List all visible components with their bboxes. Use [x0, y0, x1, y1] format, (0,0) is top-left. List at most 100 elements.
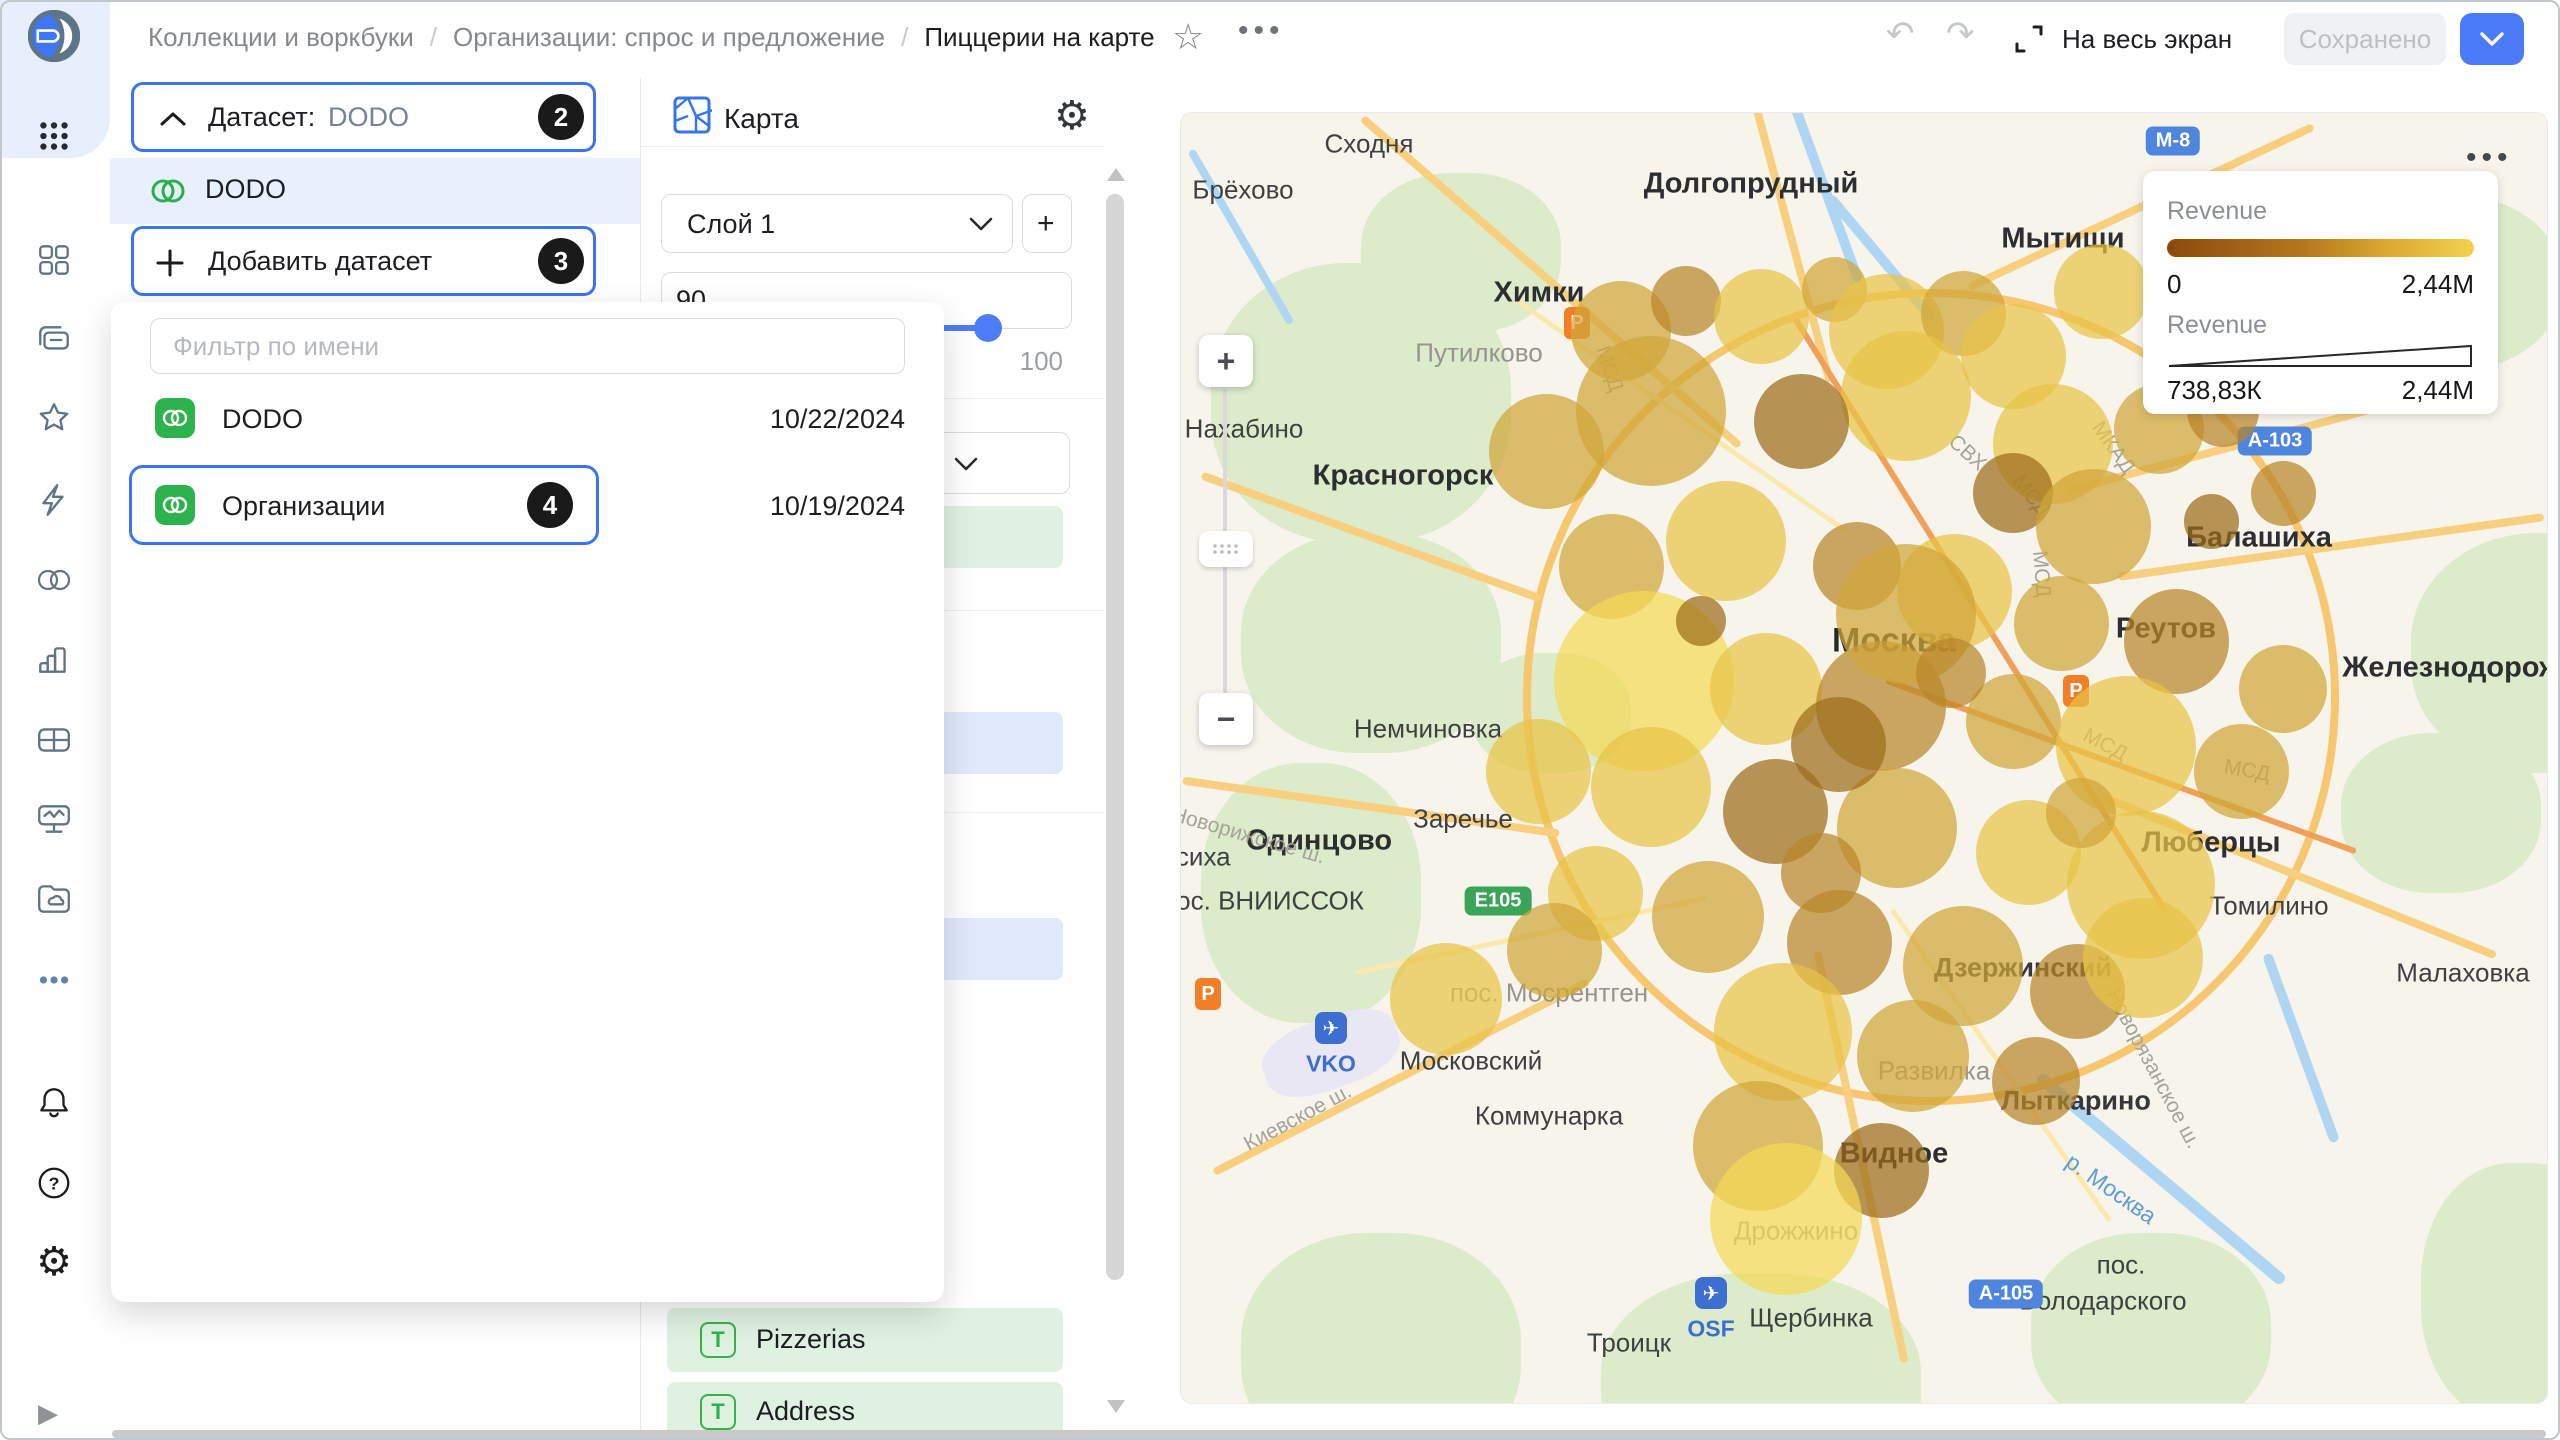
fullscreen-icon[interactable] [2012, 22, 2046, 56]
layer-select[interactable]: Слой 1 [661, 194, 1013, 253]
map-zoom-out-button[interactable]: − [1199, 693, 1253, 745]
tables-icon[interactable] [28, 714, 80, 766]
text-type-icon: T [700, 1322, 736, 1358]
scrollbar-down-arrow[interactable] [1107, 1400, 1125, 1413]
dashboards-icon[interactable] [28, 793, 80, 845]
chart-type-label: Карта [724, 103, 799, 135]
breadcrumb-separator: / [430, 22, 437, 53]
revenue-bubble[interactable] [1992, 1037, 2080, 1125]
map-green-area [2341, 733, 2541, 893]
revenue-bubble[interactable] [1651, 266, 1721, 336]
add-dataset-button[interactable]: Добавить датасет 3 [131, 226, 596, 296]
saved-button[interactable]: Сохранено [2284, 13, 2446, 65]
charts-icon[interactable] [28, 634, 80, 686]
connections-icon[interactable] [28, 474, 80, 526]
help-icon[interactable]: ? [28, 1157, 80, 1209]
revenue-bubble[interactable] [1676, 596, 1726, 646]
plus-icon [154, 247, 186, 279]
add-layer-button[interactable]: + [1022, 194, 1072, 253]
map-chart-icon [672, 95, 712, 135]
revenue-bubble[interactable] [1591, 727, 1711, 847]
rail-more-icon[interactable] [28, 954, 80, 1006]
revenue-bubble[interactable] [2251, 461, 2316, 526]
revenue-bubble[interactable] [1781, 833, 1861, 913]
revenue-bubble[interactable] [1754, 374, 1849, 469]
dataset-selector[interactable]: Датасет: DODO 2 [131, 82, 596, 152]
revenue-bubble[interactable] [1710, 1143, 1862, 1295]
revenue-bubble[interactable] [1666, 481, 1786, 601]
settings-gear-icon[interactable]: ⚙ [28, 1236, 80, 1288]
legend-size-title: Revenue [2167, 311, 2267, 340]
map-zoom-drag-handle[interactable] [1199, 531, 1253, 567]
storage-folder-icon[interactable] [28, 872, 80, 924]
field-chip-pizzerias[interactable]: T Pizzerias [667, 1308, 1063, 1372]
dataset-selector-label: Датасет: [208, 102, 315, 133]
expand-rail-arrow[interactable]: ▶ [38, 1398, 58, 1429]
opacity-slider-handle[interactable] [974, 314, 1002, 342]
tutorial-step-badge-2: 2 [538, 94, 584, 140]
chart-settings-gear-icon[interactable]: ⚙ [1054, 96, 1090, 136]
revenue-bubble[interactable] [1791, 697, 1886, 792]
chevron-up-icon [158, 109, 188, 129]
revenue-bubble[interactable] [1486, 719, 1591, 824]
map-place-label: Красногорск [1313, 460, 1494, 493]
revenue-bubble[interactable] [1507, 903, 1602, 998]
map-place-label: Заречье [1413, 804, 1513, 835]
dataset-option-name: Организации [222, 491, 385, 522]
revenue-bubble[interactable] [2036, 469, 2151, 584]
save-dropdown-button[interactable] [2460, 13, 2524, 65]
breadcrumb-workbook[interactable]: Организации: спрос и предложение [453, 22, 885, 53]
favorite-star-icon[interactable]: ☆ [1172, 16, 1204, 58]
apps-grid-icon[interactable] [28, 110, 80, 162]
breadcrumb: Коллекции и воркбуки / Организации: спро… [148, 22, 1155, 53]
revenue-bubble[interactable] [1857, 1000, 1969, 1112]
field-chip-label: Pizzerias [756, 1324, 866, 1355]
chevron-down-icon [967, 215, 995, 238]
more-menu-icon[interactable]: ••• [1238, 14, 1285, 48]
add-dataset-label: Добавить датасет [208, 246, 432, 277]
map-place-label: Малаховка [2396, 958, 2529, 989]
revenue-bubble[interactable] [2239, 645, 2327, 733]
revenue-bubble[interactable] [2046, 778, 2116, 848]
map-green-area [2421, 1163, 2548, 1404]
favorites-icon[interactable] [28, 392, 80, 444]
revenue-bubble[interactable] [1489, 394, 1604, 509]
top-bar: Коллекции и воркбуки / Организации: спро… [0, 0, 2560, 78]
workbooks-icon[interactable] [28, 234, 80, 286]
scrollbar-up-arrow[interactable] [1107, 168, 1125, 181]
dataset-filter-input[interactable] [150, 318, 905, 374]
revenue-bubble[interactable] [1714, 269, 1809, 364]
road-shield: М-8 [2146, 127, 2200, 156]
legend-color-gradient [2167, 239, 2474, 257]
datalens-logo[interactable] [28, 10, 80, 62]
dataset-icon [155, 398, 195, 438]
panel-scrollbar-thumb[interactable] [1106, 194, 1124, 1280]
revenue-bubble[interactable] [2184, 494, 2239, 549]
revenue-bubble[interactable] [1390, 943, 1502, 1055]
notifications-bell-icon[interactable] [28, 1077, 80, 1129]
page-title: Пиццерии на карте [924, 22, 1154, 53]
revenue-bubble[interactable] [2083, 898, 2203, 1018]
revenue-bubble[interactable] [2194, 724, 2289, 819]
revenue-bubble[interactable] [2014, 576, 2109, 671]
revenue-bubble[interactable] [1652, 861, 1764, 973]
revenue-bubble[interactable] [1916, 638, 1986, 708]
legend-size-max: 2,44M [2402, 375, 2474, 406]
horizontal-scrollbar[interactable] [112, 1430, 2546, 1438]
map-zoom-in-button[interactable]: + [1199, 335, 1253, 387]
undo-icon[interactable]: ↶ [1886, 14, 1915, 54]
legend-color-title: Revenue [2167, 197, 2267, 226]
redo-icon[interactable]: ↷ [1946, 14, 1975, 54]
opacity-max-label: 100 [990, 346, 1063, 377]
revenue-bubble[interactable] [1841, 331, 1971, 461]
fullscreen-label[interactable]: На весь экран [2062, 24, 2232, 55]
revenue-bubble[interactable] [1714, 963, 1852, 1101]
chevron-down-icon [2479, 31, 2505, 47]
collections-icon[interactable] [28, 314, 80, 366]
datasets-icon[interactable] [28, 554, 80, 606]
active-dataset-row[interactable]: DODO [110, 158, 640, 224]
breadcrumb-collections[interactable]: Коллекции и воркбуки [148, 22, 414, 53]
revenue-bubble[interactable] [2054, 244, 2149, 339]
map-widget-menu-icon[interactable]: ••• [2466, 141, 2513, 175]
map-canvas[interactable]: ••• + − Revenue 0 2,44M Revenue 738,83К … [1180, 112, 2548, 1404]
